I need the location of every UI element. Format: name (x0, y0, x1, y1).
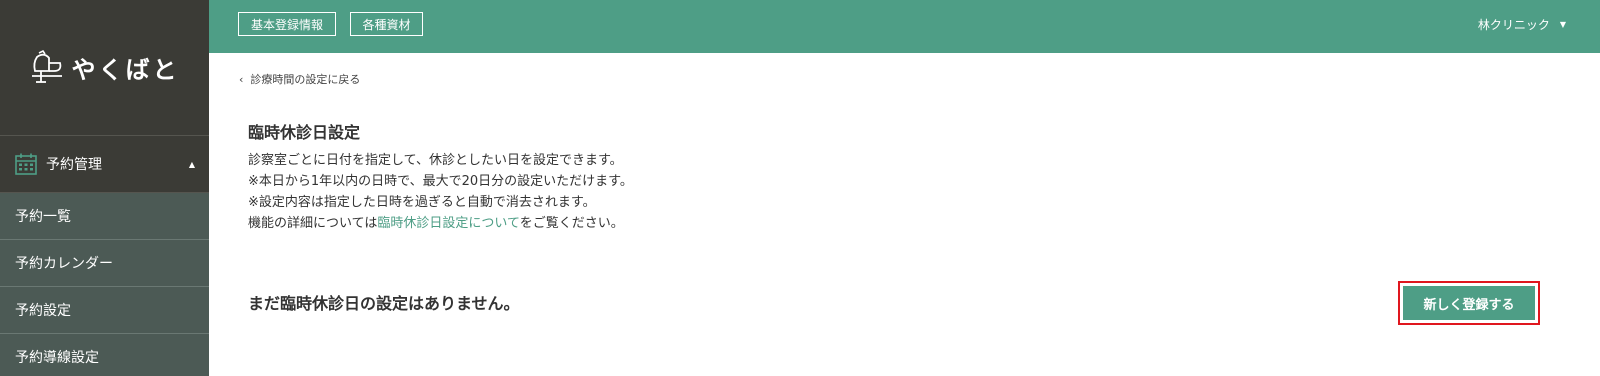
basic-info-button[interactable]: 基本登録情報 (238, 12, 336, 36)
description-text: 機能の詳細については (248, 216, 378, 231)
top-bar: 基本登録情報 各種資材 林クリニック ▼ (209, 0, 1600, 53)
sidebar-submenu: 予約一覧 予約カレンダー 予約設定 予約導線設定 (0, 193, 209, 376)
logo[interactable]: やくばと (30, 49, 180, 87)
bird-logo-icon (31, 49, 62, 83)
sidebar-item-reservation-settings[interactable]: 予約設定 (0, 287, 209, 334)
logo-text: やくばと (71, 56, 180, 84)
sidebar-item-reservation-list[interactable]: 予約一覧 (0, 193, 209, 240)
description-text: をご覧ください。 (519, 216, 624, 231)
materials-button[interactable]: 各種資材 (350, 12, 423, 36)
sidebar-item-reservation-flow-settings[interactable]: 予約導線設定 (0, 334, 209, 376)
sidebar-section-label: 予約管理 (46, 157, 102, 173)
back-link[interactable]: ‹ 診療時間の設定に戻る (239, 71, 360, 87)
main-content: ‹ 診療時間の設定に戻る 臨時休診日設定 診察室ごとに日付を指定して、休診とした… (209, 53, 1600, 376)
register-new-button[interactable]: 新しく登録する (1403, 286, 1535, 320)
chevron-down-icon: ▼ (1559, 20, 1566, 29)
page-title: 臨時休診日設定 (248, 123, 361, 142)
sidebar-item-reservation-calendar[interactable]: 予約カレンダー (0, 240, 209, 287)
back-link-label: 診療時間の設定に戻る (250, 73, 361, 86)
help-link[interactable]: 臨時休診日設定について (377, 216, 519, 231)
clinic-account-menu[interactable]: 林クリニック ▼ (1478, 16, 1566, 33)
chevron-left-icon: ‹ (239, 72, 244, 86)
logo-area: やくばと (0, 0, 209, 136)
caret-up-icon: ▲ (188, 159, 195, 169)
description-line: 機能の詳細については臨時休診日設定についてをご覧ください。 (248, 213, 633, 234)
description-line: ※本日から1年以内の日時で、最大で20日分の設定いただけます。 (248, 174, 633, 189)
empty-state-message: まだ臨時休診日の設定はありません。 (248, 294, 520, 313)
description-line: 診察室ごとに日付を指定して、休診としたい日を設定できます。 (248, 153, 623, 168)
sidebar-section-reservation[interactable]: 予約管理 ▲ (0, 136, 209, 193)
sidebar: やくばと 予約管理 ▲ 予約一覧 予約カレンダー 予約設定 予約導線設定 (0, 0, 209, 376)
description: 診察室ごとに日付を指定して、休診としたい日を設定できます。 ※本日から1年以内の… (248, 150, 633, 234)
description-line: ※設定内容は指定した日時を過ぎると自動で消去されます。 (248, 195, 596, 210)
clinic-name: 林クリニック (1477, 18, 1550, 32)
calendar-icon (15, 153, 37, 175)
